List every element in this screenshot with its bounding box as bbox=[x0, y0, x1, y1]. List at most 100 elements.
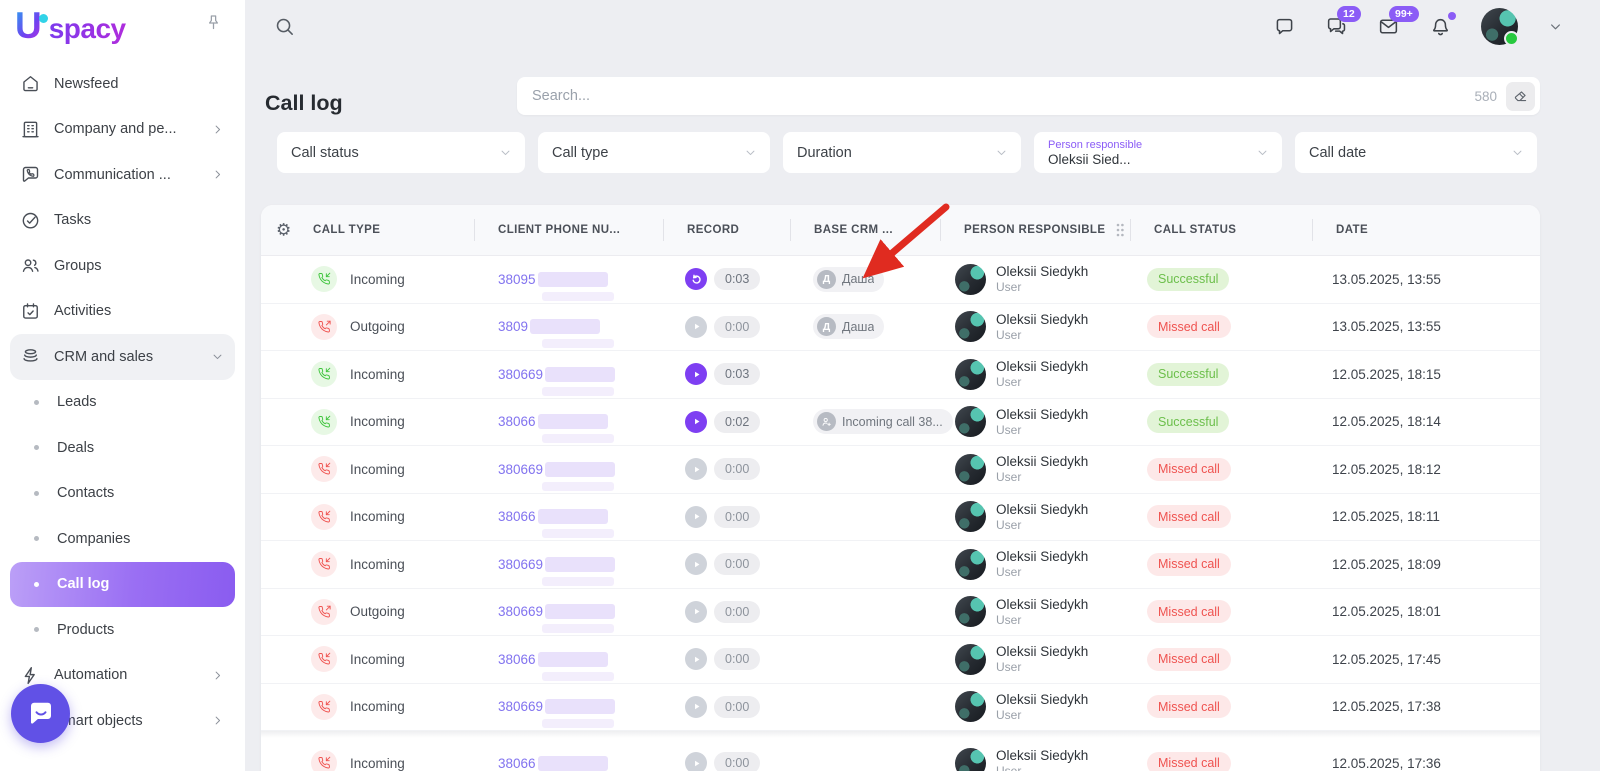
cell-record: 0:00 bbox=[663, 446, 790, 493]
client-phone-link[interactable]: 380669 bbox=[498, 699, 615, 714]
sidebar-item-companies[interactable]: Companies bbox=[10, 516, 235, 562]
mail-icon[interactable]: 99+ bbox=[1377, 15, 1400, 38]
person-avatar bbox=[955, 549, 986, 580]
notifications-bell-icon[interactable] bbox=[1429, 15, 1452, 38]
filter-call-status[interactable]: Call status bbox=[277, 132, 525, 173]
sidebar-item-call-log[interactable]: Call log bbox=[10, 562, 235, 608]
play-record-button[interactable] bbox=[685, 696, 707, 718]
filter-call-date[interactable]: Call date bbox=[1295, 132, 1537, 173]
redacted-phone-blur bbox=[542, 387, 614, 396]
sidebar-item-tasks[interactable]: Tasks bbox=[10, 198, 235, 244]
play-record-button[interactable] bbox=[685, 363, 707, 385]
cell-call-type: Outgoing bbox=[261, 589, 474, 636]
sidebar-item-products[interactable]: Products bbox=[10, 607, 235, 653]
cell-call-type: Incoming bbox=[261, 494, 474, 541]
call-status-badge: Successful bbox=[1147, 410, 1229, 433]
record-duration: 0:00 bbox=[714, 506, 760, 528]
user-avatar[interactable] bbox=[1481, 8, 1518, 45]
table-settings-gear-icon[interactable]: ⚙ bbox=[276, 222, 292, 239]
person-role: User bbox=[996, 565, 1088, 579]
sidebar-item-newsfeed[interactable]: Newsfeed bbox=[10, 61, 235, 107]
call-date: 12.05.2025, 18:12 bbox=[1332, 462, 1441, 477]
cell-base-crm: Incoming call 38... bbox=[790, 399, 940, 446]
call-type-label: Incoming bbox=[350, 509, 405, 524]
sidebar-item-deals[interactable]: Deals bbox=[10, 425, 235, 471]
sidebar-item-contacts[interactable]: Contacts bbox=[10, 471, 235, 517]
search-input[interactable] bbox=[517, 88, 1474, 104]
uspacy-logo[interactable]: Uspacy bbox=[15, 6, 126, 47]
play-record-button[interactable] bbox=[685, 458, 707, 480]
global-search-icon[interactable] bbox=[273, 15, 296, 38]
sidebar-item-leads[interactable]: Leads bbox=[10, 380, 235, 426]
cell-call-type: Incoming bbox=[261, 399, 474, 446]
comment-icon[interactable] bbox=[1273, 15, 1296, 38]
cell-base-crm bbox=[790, 740, 940, 771]
chat-fab-button[interactable] bbox=[11, 684, 70, 743]
crm-entity-chip[interactable]: Incoming call 38... bbox=[813, 409, 953, 434]
cell-call-type: Incoming bbox=[261, 446, 474, 493]
client-phone-link[interactable]: 38066 bbox=[498, 509, 608, 524]
cell-client-phone: 380669 bbox=[474, 684, 663, 731]
sidebar-item-groups[interactable]: Groups bbox=[10, 243, 235, 289]
cell-person-responsible: Oleksii SiedykhUser bbox=[940, 740, 1130, 771]
cell-person-responsible: Oleksii SiedykhUser bbox=[940, 351, 1130, 398]
record-duration: 0:00 bbox=[714, 553, 760, 575]
crm-entity-chip[interactable]: ДДаша bbox=[813, 314, 884, 339]
call-status-badge: Successful bbox=[1147, 363, 1229, 386]
client-phone-link[interactable]: 3809 bbox=[498, 319, 600, 334]
call-date: 12.05.2025, 18:14 bbox=[1332, 414, 1441, 429]
chevron-down-icon bbox=[210, 349, 225, 364]
client-phone-link[interactable]: 38066 bbox=[498, 414, 608, 429]
client-phone-link[interactable]: 380669 bbox=[498, 557, 615, 572]
person-role: User bbox=[996, 470, 1088, 484]
cell-record: 0:02 bbox=[663, 399, 790, 446]
column-drag-handle[interactable] bbox=[1115, 222, 1125, 238]
redacted-phone-blur bbox=[538, 509, 608, 524]
filter-person-responsible[interactable]: Person responsibleOleksii Sied... bbox=[1034, 132, 1282, 173]
client-phone-link[interactable]: 38066 bbox=[498, 652, 608, 667]
clear-search-button[interactable] bbox=[1506, 82, 1535, 111]
cell-record: 0:00 bbox=[663, 589, 790, 636]
cell-call-status: Missed call bbox=[1130, 740, 1312, 771]
play-record-button[interactable] bbox=[685, 752, 707, 771]
cell-call-status: Missed call bbox=[1130, 541, 1312, 588]
call-log-row: Incoming3806690:00Oleksii SiedykhUserMis… bbox=[261, 684, 1540, 732]
cell-record: 0:00 bbox=[663, 541, 790, 588]
redacted-phone-blur bbox=[542, 719, 614, 728]
play-record-button[interactable] bbox=[685, 648, 707, 670]
chats-icon[interactable]: 12 bbox=[1325, 15, 1348, 38]
filter-call-type[interactable]: Call type bbox=[538, 132, 770, 173]
client-phone-link[interactable]: 380669 bbox=[498, 604, 615, 619]
sidebar-item-communication[interactable]: Communication ... bbox=[10, 152, 235, 198]
replay-record-button[interactable] bbox=[685, 268, 707, 290]
phone-incoming-icon bbox=[311, 504, 337, 530]
play-record-button[interactable] bbox=[685, 506, 707, 528]
redacted-phone-blur bbox=[538, 272, 608, 287]
crm-entity-chip[interactable]: ДДаша bbox=[813, 267, 884, 292]
pin-sidebar-icon[interactable] bbox=[204, 13, 223, 32]
sidebar-item-activities[interactable]: Activities bbox=[10, 289, 235, 335]
call-type-label: Incoming bbox=[350, 699, 405, 714]
sidebar-item-company-and-pe[interactable]: Company and pe... bbox=[10, 107, 235, 153]
play-record-button[interactable] bbox=[685, 553, 707, 575]
table-body: Incoming380950:03ДДашаOleksii SiedykhUse… bbox=[261, 256, 1540, 771]
client-phone-link[interactable]: 38066 bbox=[498, 756, 608, 771]
play-record-button[interactable] bbox=[685, 601, 707, 623]
redacted-phone-blur bbox=[545, 557, 615, 572]
profile-chevron-down-icon[interactable] bbox=[1547, 18, 1564, 35]
bullet-icon bbox=[34, 536, 39, 541]
chat-phone-icon bbox=[20, 164, 41, 185]
chevron-right-icon bbox=[210, 122, 225, 137]
sidebar-item-label: Deals bbox=[57, 440, 94, 456]
entity-letter-avatar: Д bbox=[817, 270, 836, 289]
client-phone-link[interactable]: 380669 bbox=[498, 462, 615, 477]
person-name: Oleksii Siedykh bbox=[996, 549, 1088, 564]
play-record-button[interactable] bbox=[685, 316, 707, 338]
sidebar-item-crm-and-sales[interactable]: CRM and sales bbox=[10, 334, 235, 380]
filter-duration[interactable]: Duration bbox=[783, 132, 1021, 173]
play-record-button[interactable] bbox=[685, 411, 707, 433]
redacted-phone-blur bbox=[542, 434, 614, 443]
call-log-row: Incoming3806690:03Oleksii SiedykhUserSuc… bbox=[261, 351, 1540, 399]
client-phone-link[interactable]: 38095 bbox=[498, 272, 608, 287]
client-phone-link[interactable]: 380669 bbox=[498, 367, 615, 382]
